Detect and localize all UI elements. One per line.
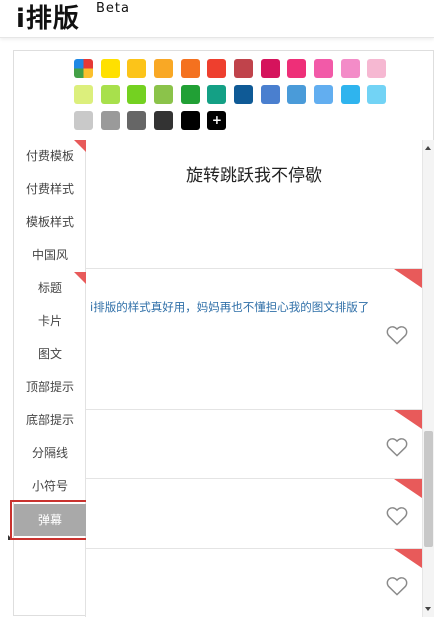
color-swatch[interactable]	[260, 59, 280, 78]
color-swatch[interactable]	[100, 85, 120, 104]
card-title: 旋转跳跃我不停歇	[186, 166, 322, 186]
color-swatch[interactable]	[74, 111, 93, 130]
color-swatch[interactable]	[367, 85, 387, 104]
style-preview-list: 旋转跳跃我不停歇 i排版的样式真好用，妈妈再也不懂担心我的图文排版了	[86, 140, 422, 617]
favorite-heart-icon[interactable]	[386, 437, 408, 457]
premium-corner-badge	[394, 410, 422, 429]
color-swatch[interactable]	[340, 85, 360, 104]
favorite-heart-icon[interactable]	[386, 576, 408, 596]
sidebar-category-item[interactable]: 模板样式	[14, 206, 86, 239]
color-swatch[interactable]	[367, 59, 387, 78]
sidebar-category-item[interactable]: 弹幕	[10, 500, 90, 540]
sidebar-item-label: 小符号	[31, 479, 68, 493]
sidebar-category-item[interactable]: 顶部提示	[14, 371, 86, 404]
palette-row	[74, 85, 394, 104]
color-swatch[interactable]	[287, 59, 307, 78]
custom-color-picker-icon[interactable]	[74, 59, 93, 78]
sidebar-category-item[interactable]: 中国风	[14, 239, 86, 272]
sidebar-category-item[interactable]: 图文	[14, 338, 86, 371]
premium-corner-badge	[394, 549, 422, 568]
color-swatch[interactable]	[180, 111, 200, 130]
app-logo[interactable]: i排版	[16, 2, 80, 36]
color-swatch[interactable]	[154, 85, 173, 104]
style-preview-card[interactable]	[86, 549, 422, 617]
sidebar-item-label: 付费模板	[25, 149, 74, 163]
editor-panel: + 付费模板 付费样式 模板样式 中国风 标题 卡片 图文 顶部提示 底部提示 分隔线 小符号 弹幕 …	[8, 50, 434, 617]
sidebar-item-label: 标题	[37, 281, 62, 295]
color-swatch[interactable]	[127, 111, 147, 130]
premium-corner-badge	[74, 140, 86, 152]
color-swatch[interactable]	[314, 59, 334, 78]
color-swatch[interactable]	[154, 59, 173, 78]
sidebar-category-item[interactable]: 付费模板	[14, 140, 86, 173]
color-swatch[interactable]	[314, 85, 334, 104]
content-scrollbar[interactable]	[422, 140, 434, 617]
premium-corner-badge	[394, 269, 422, 288]
sidebar-item-label: 中国风	[31, 248, 68, 262]
top-bar: i排版 Beta	[0, 0, 434, 38]
premium-corner-badge	[394, 479, 422, 498]
sidebar-item-label: 图文	[37, 347, 62, 361]
palette-row	[74, 59, 394, 78]
color-swatch[interactable]	[340, 59, 360, 78]
sidebar-category-item[interactable]: 卡片	[14, 305, 86, 338]
sidebar-item-label: 付费样式	[25, 182, 74, 196]
color-swatch[interactable]	[287, 85, 307, 104]
beta-badge: Beta	[96, 1, 130, 16]
sidebar-item-label: 弹幕	[14, 504, 86, 536]
sidebar-item-label: 分隔线	[31, 446, 68, 460]
color-palette: +	[74, 59, 394, 137]
color-swatch[interactable]	[207, 59, 227, 78]
style-preview-card[interactable]: 旋转跳跃我不停歇	[86, 140, 422, 269]
scrollbar-thumb[interactable]	[424, 431, 433, 547]
color-swatch[interactable]	[234, 85, 254, 104]
favorite-heart-icon[interactable]	[386, 506, 408, 526]
scroll-up-arrow-icon[interactable]	[425, 146, 431, 150]
sidebar-item-label: 模板样式	[25, 215, 74, 229]
color-swatch[interactable]	[260, 85, 280, 104]
sidebar-category-item[interactable]: 分隔线	[14, 437, 86, 470]
color-swatch[interactable]	[100, 111, 120, 130]
style-preview-card[interactable]: i排版的样式真好用，妈妈再也不懂担心我的图文排版了	[86, 269, 422, 410]
scroll-down-arrow-icon[interactable]	[425, 607, 431, 611]
sidebar-item-label: 卡片	[37, 314, 62, 328]
style-preview-card[interactable]	[86, 479, 422, 549]
color-swatch[interactable]	[180, 59, 200, 78]
palette-row: +	[74, 111, 394, 130]
color-swatch[interactable]	[74, 85, 93, 104]
style-preview-card[interactable]	[86, 410, 422, 479]
color-swatch[interactable]	[154, 111, 174, 130]
favorite-heart-icon[interactable]	[386, 325, 408, 345]
color-swatch[interactable]	[234, 59, 254, 78]
color-swatch[interactable]	[180, 85, 200, 104]
color-swatch[interactable]	[100, 59, 120, 78]
sidebar-category-item[interactable]: 付费样式	[14, 173, 86, 206]
sidebar-category-item[interactable]: 小符号	[14, 470, 86, 503]
premium-corner-badge	[74, 272, 86, 284]
sidebar-category-item[interactable]: 底部提示	[14, 404, 86, 437]
color-swatch[interactable]	[207, 85, 227, 104]
color-swatch[interactable]	[127, 85, 147, 104]
card-sample-text: i排版的样式真好用，妈妈再也不懂担心我的图文排版了	[90, 300, 370, 314]
sidebar-item-label: 顶部提示	[25, 380, 74, 394]
sidebar-category-item[interactable]: 标题	[14, 272, 86, 305]
color-swatch[interactable]	[127, 59, 147, 78]
style-category-sidebar: 付费模板付费样式模板样式中国风标题卡片图文顶部提示底部提示分隔线小符号弹幕	[8, 140, 90, 617]
sidebar-item-label: 底部提示	[25, 413, 74, 427]
add-color-button[interactable]: +	[207, 111, 227, 130]
